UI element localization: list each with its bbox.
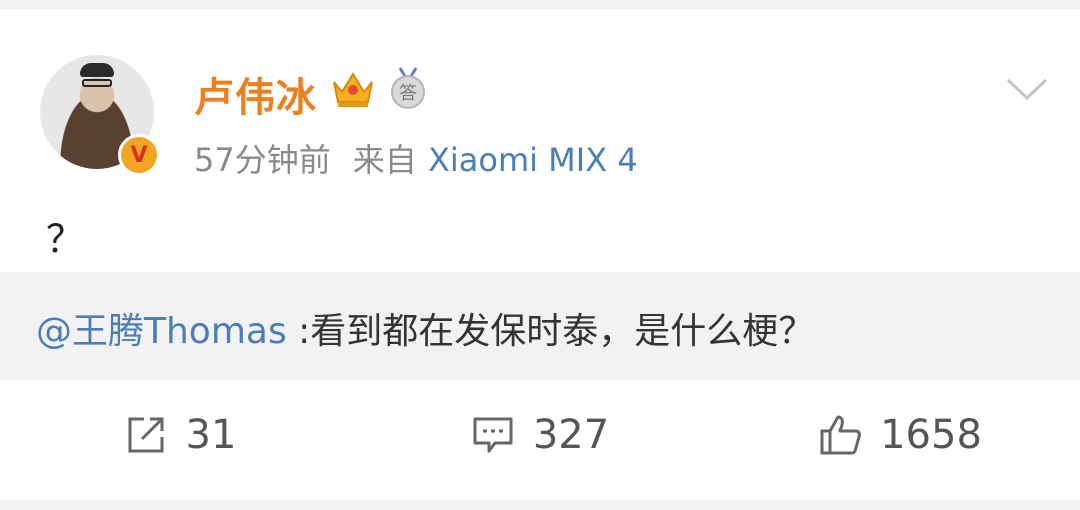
repost-block[interactable]: @王腾Thomas :看到都在发保时泰，是什么梗？ [0, 272, 1080, 380]
repost-mention[interactable]: @王腾Thomas [36, 311, 287, 352]
comment-count: 327 [532, 412, 610, 458]
post-time: 57分钟前 [194, 141, 331, 179]
thumbs-up-icon [820, 415, 861, 455]
like-button[interactable]: 1658 [720, 380, 1080, 490]
answer-icon[interactable]: 答 [386, 66, 430, 110]
share-icon [128, 417, 164, 453]
crown-icon[interactable] [330, 68, 376, 110]
post-source[interactable]: Xiaomi MIX 4 [428, 141, 638, 179]
author-name[interactable]: 卢伟冰 [194, 65, 317, 123]
repost-line: @王腾Thomas :看到都在发保时泰，是什么梗？ [36, 302, 814, 354]
chevron-down-icon[interactable] [1004, 74, 1050, 104]
like-count: 1658 [880, 412, 982, 458]
svg-text:答: 答 [399, 83, 417, 104]
post-meta: 57分钟前 来自 Xiaomi MIX 4 [194, 135, 638, 181]
comment-icon [473, 417, 513, 453]
repost-text: :看到都在发保时泰，是什么梗？ [286, 311, 815, 352]
avatar-glasses [82, 79, 112, 87]
verified-badge-icon: V [118, 134, 160, 176]
share-button[interactable]: 31 [0, 380, 360, 490]
action-bar: 31 327 1658 [0, 380, 1080, 490]
post-text: ？ [46, 217, 85, 261]
avatar-hair [80, 63, 114, 77]
comment-button[interactable]: 327 [360, 380, 720, 490]
share-count: 31 [185, 412, 237, 458]
source-prefix: 来自 [352, 141, 417, 179]
